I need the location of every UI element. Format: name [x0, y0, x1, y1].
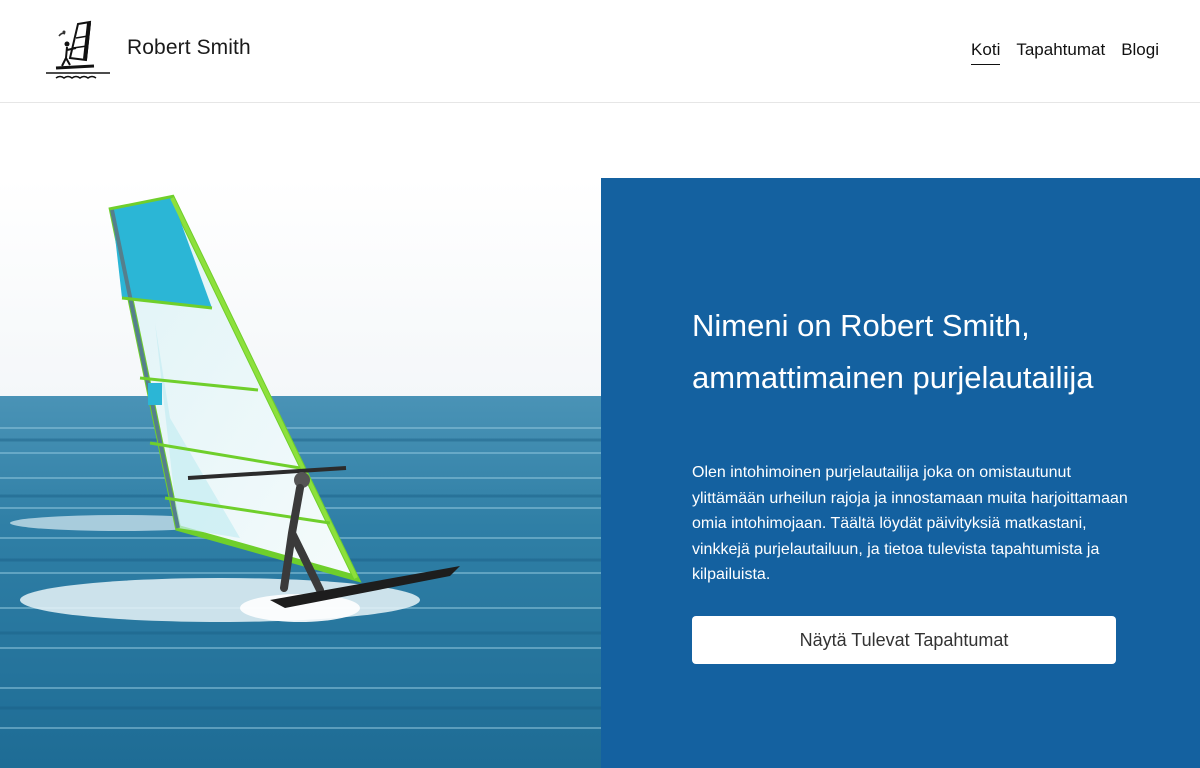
windsurfer-photo	[0, 178, 601, 768]
site-title[interactable]: Robert Smith	[127, 36, 251, 60]
site-header: Robert Smith Koti Tapahtumat Blogi	[0, 0, 1200, 103]
hero-panel: Nimeni on Robert Smith, ammattimainen pu…	[601, 178, 1200, 768]
nav-item-koti[interactable]: Koti	[971, 40, 1001, 65]
nav-item-tapahtumat[interactable]: Tapahtumat	[1016, 40, 1105, 65]
hero-description: Olen intohimoinen purjelautailija joka o…	[692, 464, 1128, 583]
windsurfer-logo-icon[interactable]	[42, 18, 114, 84]
nav-item-blogi[interactable]: Blogi	[1121, 40, 1159, 65]
main-nav: Koti Tapahtumat Blogi	[971, 40, 1159, 65]
show-events-button[interactable]: Näytä Tulevat Tapahtumat	[692, 616, 1116, 664]
hero-heading: Nimeni on Robert Smith, ammattimainen pu…	[692, 308, 1094, 395]
